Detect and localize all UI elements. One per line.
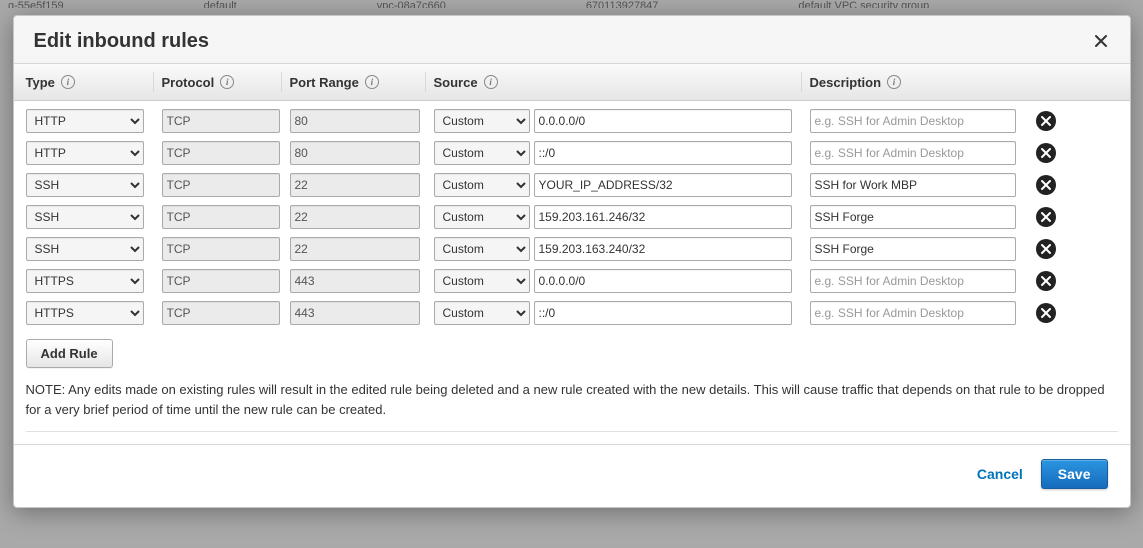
port-range-input [290, 109, 420, 133]
info-icon[interactable]: i [220, 75, 234, 89]
port-range-input [290, 269, 420, 293]
note-text: NOTE: Any edits made on existing rules w… [26, 380, 1118, 432]
info-icon[interactable]: i [61, 75, 75, 89]
source-mode-select[interactable]: CustomAnywhereMy IP [434, 237, 530, 261]
source-input[interactable] [534, 173, 792, 197]
close-icon [1093, 33, 1109, 49]
info-icon[interactable]: i [484, 75, 498, 89]
description-input[interactable] [810, 109, 1016, 133]
description-input[interactable] [810, 301, 1016, 325]
port-range-input [290, 205, 420, 229]
rule-row: HTTPHTTPSSSHCustom TCP CustomAnywhereMy … [26, 269, 1118, 293]
edit-inbound-rules-modal: Edit inbound rules Type i Protocol i Por… [13, 15, 1131, 508]
remove-rule-button[interactable] [1036, 303, 1056, 323]
header-port-range: Port Range i [290, 72, 426, 92]
source-input[interactable] [534, 109, 792, 133]
add-rule-button[interactable]: Add Rule [26, 339, 113, 368]
remove-icon [1041, 308, 1051, 318]
source-input[interactable] [534, 237, 792, 261]
close-button[interactable] [1090, 30, 1112, 52]
modal-title: Edit inbound rules [34, 30, 1110, 53]
source-input[interactable] [534, 269, 792, 293]
source-mode-select[interactable]: CustomAnywhereMy IP [434, 109, 530, 133]
remove-icon [1041, 148, 1051, 158]
source-mode-select[interactable]: CustomAnywhereMy IP [434, 301, 530, 325]
remove-icon [1041, 180, 1051, 190]
rule-row: HTTPHTTPSSSHCustom TCP CustomAnywhereMy … [26, 301, 1118, 325]
background-table-row: g-55e5f159 default vpc-08a7c660 67011392… [0, 0, 1143, 8]
modal-footer: Cancel Save [14, 445, 1130, 507]
description-input[interactable] [810, 205, 1016, 229]
remove-icon [1041, 276, 1051, 286]
protocol-input [162, 109, 280, 133]
rule-row: HTTPHTTPSSSHCustom TCP CustomAnywhereMy … [26, 109, 1118, 133]
source-input[interactable] [534, 301, 792, 325]
header-type: Type i [26, 72, 154, 92]
protocol-input [162, 269, 280, 293]
grid-header-row: Type i Protocol i Port Range i Source i … [14, 64, 1130, 101]
header-protocol: Protocol i [162, 72, 282, 92]
remove-rule-button[interactable] [1036, 111, 1056, 131]
type-select[interactable]: HTTPHTTPSSSHCustom TCP [26, 237, 144, 261]
rule-row: HTTPHTTPSSSHCustom TCP CustomAnywhereMy … [26, 173, 1118, 197]
type-select[interactable]: HTTPHTTPSSSHCustom TCP [26, 141, 144, 165]
remove-icon [1041, 244, 1051, 254]
rules-grid: Type i Protocol i Port Range i Source i … [14, 63, 1130, 445]
protocol-input [162, 173, 280, 197]
type-select[interactable]: HTTPHTTPSSSHCustom TCP [26, 173, 144, 197]
rule-row: HTTPHTTPSSSHCustom TCP CustomAnywhereMy … [26, 237, 1118, 261]
remove-rule-button[interactable] [1036, 207, 1056, 227]
cancel-button[interactable]: Cancel [977, 466, 1023, 482]
modal-header: Edit inbound rules [14, 16, 1130, 63]
source-mode-select[interactable]: CustomAnywhereMy IP [434, 173, 530, 197]
remove-icon [1041, 212, 1051, 222]
port-range-input [290, 173, 420, 197]
port-range-input [290, 141, 420, 165]
save-button[interactable]: Save [1041, 459, 1108, 489]
rule-row: HTTPHTTPSSSHCustom TCP CustomAnywhereMy … [26, 205, 1118, 229]
rule-row: HTTPHTTPSSSHCustom TCP CustomAnywhereMy … [26, 141, 1118, 165]
info-icon[interactable]: i [365, 75, 379, 89]
source-input[interactable] [534, 205, 792, 229]
remove-rule-button[interactable] [1036, 143, 1056, 163]
description-input[interactable] [810, 237, 1016, 261]
description-input[interactable] [810, 269, 1016, 293]
header-source: Source i [434, 72, 802, 92]
source-mode-select[interactable]: CustomAnywhereMy IP [434, 269, 530, 293]
remove-rule-button[interactable] [1036, 175, 1056, 195]
port-range-input [290, 237, 420, 261]
protocol-input [162, 141, 280, 165]
source-mode-select[interactable]: CustomAnywhereMy IP [434, 205, 530, 229]
remove-rule-button[interactable] [1036, 271, 1056, 291]
type-select[interactable]: HTTPHTTPSSSHCustom TCP [26, 269, 144, 293]
source-input[interactable] [534, 141, 792, 165]
protocol-input [162, 237, 280, 261]
header-description: Description i [810, 72, 1026, 92]
type-select[interactable]: HTTPHTTPSSSHCustom TCP [26, 109, 144, 133]
description-input[interactable] [810, 173, 1016, 197]
type-select[interactable]: HTTPHTTPSSSHCustom TCP [26, 205, 144, 229]
protocol-input [162, 301, 280, 325]
protocol-input [162, 205, 280, 229]
description-input[interactable] [810, 141, 1016, 165]
source-mode-select[interactable]: CustomAnywhereMy IP [434, 141, 530, 165]
grid-body: HTTPHTTPSSSHCustom TCP CustomAnywhereMy … [14, 101, 1130, 444]
type-select[interactable]: HTTPHTTPSSSHCustom TCP [26, 301, 144, 325]
remove-icon [1041, 116, 1051, 126]
remove-rule-button[interactable] [1036, 239, 1056, 259]
port-range-input [290, 301, 420, 325]
info-icon[interactable]: i [887, 75, 901, 89]
